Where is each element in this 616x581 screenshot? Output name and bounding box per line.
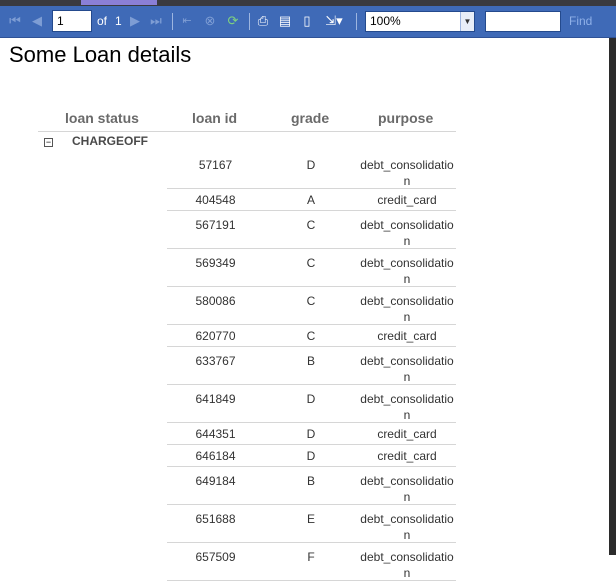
table-row: 649184 Bdebt_consolidation [167,467,456,505]
grade-cell: B [306,474,315,488]
purpose-cell: credit_card [377,193,437,207]
grade-cell: E [306,512,315,526]
vertical-scrollbar[interactable] [609,38,616,555]
table-row: 657509 Fdebt_consolidation [167,543,456,581]
find-link[interactable]: Find [569,14,592,28]
toolbar-separator [356,13,357,30]
toolbar-separator [172,13,173,30]
collapse-group-icon[interactable]: − [44,138,53,147]
loan-id-cell: 569349 [195,256,236,270]
loan-id-cell: 651688 [195,512,236,526]
toolbar-separator [249,13,250,30]
table-row: 567191 Cdebt_consolidation [167,211,456,249]
purpose-cell: credit_card [377,427,437,441]
column-header-purpose: purpose [378,110,434,126]
purpose-cell: debt_consolidation [360,218,454,248]
print-icon[interactable]: ⎙ [255,13,271,29]
zoom-value: 100% [370,14,401,28]
loan-id-cell: 646184 [195,449,236,463]
purpose-cell: debt_consolidation [360,256,454,286]
purpose-cell: credit_card [377,449,437,463]
loan-id-cell: 57167 [198,158,233,172]
loan-id-cell: 580086 [195,294,236,308]
purpose-cell: debt_consolidation [360,474,454,504]
grade-cell: D [306,427,316,441]
report-toolbar: ⏮ ◀ 1 of 1 ▶ ⏭ ⇤ ⊗ ⟳ ⎙ ▤ ▯ ⇲▾ 100% ▼ Fin… [0,6,616,38]
table-row: 620770 Ccredit_card [167,325,456,347]
loan-id-cell: 657509 [195,550,236,564]
purpose-cell: debt_consolidation [360,158,454,188]
loan-id-cell: 641849 [195,392,236,406]
table-row: 580086 Cdebt_consolidation [167,287,456,325]
previous-page-icon[interactable]: ◀ [30,13,44,29]
grade-cell: F [307,550,315,564]
table-row: 633767 Bdebt_consolidation [167,347,456,385]
purpose-cell: credit_card [377,329,437,343]
grade-cell: D [306,158,316,172]
header-divider [38,131,456,132]
table-row: 646184 Dcredit_card [167,445,456,467]
purpose-cell: debt_consolidation [360,550,454,580]
last-page-icon[interactable]: ⏭ [148,13,164,29]
export-icon[interactable]: ⇲▾ [322,13,346,29]
current-page-input[interactable]: 1 [52,10,92,32]
grade-cell: C [306,329,316,343]
chevron-down-icon[interactable]: ▼ [460,12,474,31]
loan-id-cell: 404548 [195,193,236,207]
grade-cell: C [306,256,316,270]
grade-cell: C [306,218,316,232]
print-layout-icon[interactable]: ▤ [277,13,293,29]
stop-icon[interactable]: ⊗ [202,13,218,29]
grade-cell: D [306,449,316,463]
purpose-cell: debt_consolidation [360,392,454,422]
table-row: 651688 Edebt_consolidation [167,505,456,543]
table-row: 404548 Acredit_card [167,189,456,211]
loan-id-cell: 649184 [195,474,236,488]
purpose-cell: debt_consolidation [360,512,454,542]
refresh-icon[interactable]: ⟳ [225,13,241,29]
first-page-icon[interactable]: ⏮ [8,13,22,29]
next-page-icon[interactable]: ▶ [128,13,142,29]
grade-cell: B [306,354,315,368]
page-setup-icon[interactable]: ▯ [299,13,315,29]
back-icon[interactable]: ⇤ [180,13,194,29]
purpose-cell: debt_consolidation [360,354,454,384]
grade-cell: A [306,193,315,207]
table-row: 57167 Ddebt_consolidation [167,151,456,189]
table-row: 569349 Cdebt_consolidation [167,249,456,287]
grade-cell: C [306,294,316,308]
zoom-select[interactable]: 100% ▼ [365,11,475,32]
column-header-grade: grade [291,110,330,126]
find-input[interactable] [485,11,561,32]
grade-cell: D [306,392,316,406]
column-header-loan-status: loan status [65,110,139,126]
of-label: of [97,14,108,28]
total-pages: 1 [115,14,122,28]
loan-id-cell: 620770 [195,329,236,343]
report-title: Some Loan details [9,42,192,67]
active-tab-indicator [81,0,157,5]
table-row: 644351 Dcredit_card [167,423,456,445]
loan-id-cell: 633767 [195,354,236,368]
column-header-loan-id: loan id [192,110,238,126]
purpose-cell: debt_consolidation [360,294,454,324]
loan-id-cell: 644351 [195,427,236,441]
table-row: 641849 Ddebt_consolidation [167,385,456,423]
group-label: CHARGEOFF [72,134,148,148]
loan-id-cell: 567191 [195,218,236,232]
